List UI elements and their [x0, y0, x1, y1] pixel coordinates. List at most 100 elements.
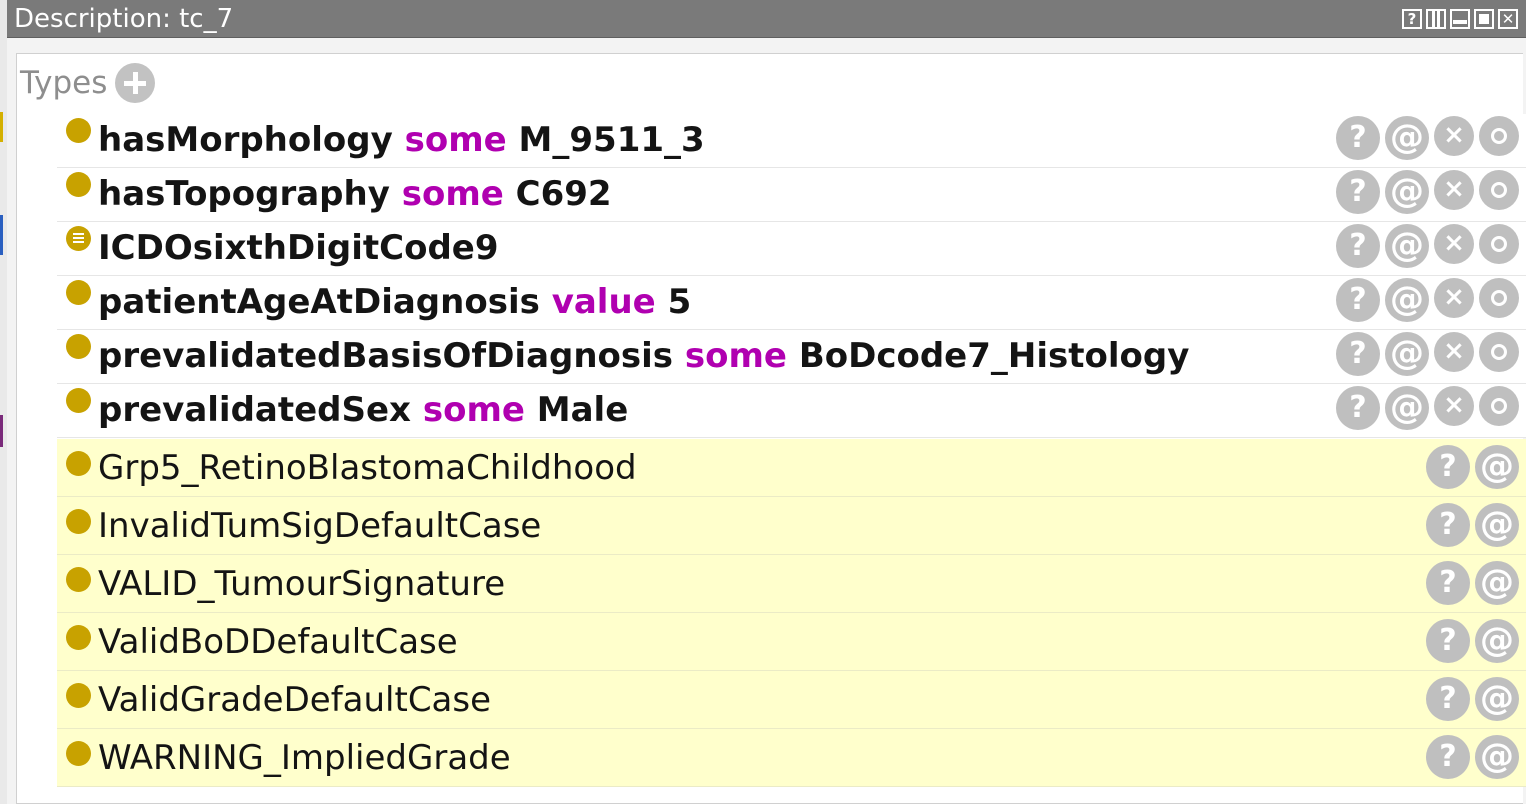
- asserted-type-row[interactable]: patientAgeAtDiagnosis value 5? @ ×: [57, 276, 1526, 330]
- class-expression: prevalidatedSex some Male: [98, 390, 628, 430]
- row-actions: ? @: [1426, 503, 1519, 547]
- property-name: patientAgeAtDiagnosis: [98, 282, 540, 322]
- row-actions: ? @ ×: [1336, 332, 1519, 376]
- inferred-class-name: Grp5_RetinoBlastomaChildhood: [98, 448, 637, 488]
- edit-icon[interactable]: [1479, 386, 1519, 426]
- inferred-type-row[interactable]: VALID_TumourSignature? @: [57, 555, 1526, 613]
- asserted-type-row[interactable]: hasMorphology some M_9511_3? @ ×: [57, 114, 1526, 168]
- property-name: hasTopography: [98, 174, 390, 214]
- filler-name: Male: [536, 390, 629, 430]
- delete-icon[interactable]: ×: [1434, 386, 1474, 426]
- class-expression: patientAgeAtDiagnosis value 5: [98, 282, 691, 322]
- plus-icon[interactable]: [115, 63, 156, 103]
- edit-icon[interactable]: [1479, 170, 1519, 210]
- explain-icon[interactable]: ?: [1426, 619, 1470, 663]
- filler-name: C692: [515, 174, 612, 214]
- help-icon[interactable]: ?: [1402, 9, 1422, 29]
- restriction-keyword: some: [404, 120, 507, 160]
- annotate-icon[interactable]: @: [1385, 116, 1429, 160]
- class-expression: prevalidatedBasisOfDiagnosis some BoDcod…: [98, 336, 1189, 376]
- filler-name: M_9511_3: [518, 120, 705, 160]
- annotate-icon[interactable]: @: [1385, 224, 1429, 268]
- class-bullet-icon: [66, 451, 91, 476]
- explain-icon[interactable]: ?: [1336, 332, 1380, 376]
- class-bullet-icon: [66, 388, 91, 413]
- explain-icon[interactable]: ?: [1336, 224, 1380, 268]
- class-expression: ICDOsixthDigitCode9: [98, 228, 499, 268]
- filler-name: 5: [667, 282, 692, 322]
- view-title: Description: tc_7: [14, 4, 234, 34]
- annotate-icon[interactable]: @: [1475, 677, 1519, 721]
- delete-icon[interactable]: ×: [1434, 170, 1474, 210]
- view-title-bar: Description: tc_7 ? ✕: [7, 0, 1526, 38]
- inferred-type-row[interactable]: ValidGradeDefaultCase? @: [57, 671, 1526, 729]
- delete-icon[interactable]: ×: [1434, 116, 1474, 156]
- row-actions: ? @: [1426, 735, 1519, 779]
- explain-icon[interactable]: ?: [1336, 278, 1380, 322]
- inferred-class-name: ValidGradeDefaultCase: [98, 680, 492, 720]
- inferred-class-name: ValidBoDDefaultCase: [98, 622, 458, 662]
- row-actions: ? @: [1426, 445, 1519, 489]
- restriction-keyword: some: [401, 174, 504, 214]
- types-title: Types: [20, 65, 108, 101]
- class-bullet-icon: [66, 683, 91, 708]
- explain-icon[interactable]: ?: [1426, 735, 1470, 779]
- class-bullet-icon: [66, 567, 91, 592]
- filler-name: BoDcode7_Histology: [798, 336, 1190, 376]
- explain-icon[interactable]: ?: [1336, 116, 1380, 160]
- delete-icon[interactable]: ×: [1434, 278, 1474, 318]
- inferred-type-row[interactable]: Grp5_RetinoBlastomaChildhood? @: [57, 439, 1526, 497]
- inferred-class-name: VALID_TumourSignature: [98, 564, 506, 604]
- asserted-type-row[interactable]: prevalidatedSex some Male? @ ×: [57, 384, 1526, 438]
- asserted-type-row[interactable]: prevalidatedBasisOfDiagnosis some BoDcod…: [57, 330, 1526, 384]
- property-name: prevalidatedSex: [98, 390, 411, 430]
- explain-icon[interactable]: ?: [1426, 561, 1470, 605]
- types-section-header: Types: [20, 62, 156, 104]
- row-actions: ? @ ×: [1336, 278, 1519, 322]
- annotate-icon[interactable]: @: [1475, 445, 1519, 489]
- inferred-type-row[interactable]: WARNING_ImpliedGrade? @: [57, 729, 1526, 787]
- split-icon[interactable]: [1426, 9, 1446, 29]
- annotate-icon[interactable]: @: [1475, 619, 1519, 663]
- row-actions: ? @ ×: [1336, 170, 1519, 214]
- class-expression: hasTopography some C692: [98, 174, 612, 214]
- inferred-type-row[interactable]: ValidBoDDefaultCase? @: [57, 613, 1526, 671]
- asserted-type-row[interactable]: ICDOsixthDigitCode9? @ ×: [57, 222, 1526, 276]
- class-bullet-icon: [66, 334, 91, 359]
- annotate-icon[interactable]: @: [1385, 170, 1429, 214]
- class-bullet-icon: [66, 509, 91, 534]
- edit-icon[interactable]: [1479, 332, 1519, 372]
- inferred-class-name: WARNING_ImpliedGrade: [98, 738, 511, 778]
- delete-icon[interactable]: ×: [1434, 332, 1474, 372]
- row-actions: ? @: [1426, 619, 1519, 663]
- row-actions: ? @ ×: [1336, 386, 1519, 430]
- edit-icon[interactable]: [1479, 278, 1519, 318]
- explain-icon[interactable]: ?: [1426, 677, 1470, 721]
- explain-icon[interactable]: ?: [1426, 445, 1470, 489]
- maximize-icon[interactable]: [1474, 9, 1494, 29]
- delete-icon[interactable]: ×: [1434, 224, 1474, 264]
- explain-icon[interactable]: ?: [1336, 386, 1380, 430]
- left-edge-strip: [0, 0, 7, 804]
- restriction-keyword: some: [422, 390, 525, 430]
- annotate-icon[interactable]: @: [1385, 332, 1429, 376]
- class-bullet-icon: [66, 625, 91, 650]
- close-icon[interactable]: ✕: [1498, 9, 1518, 29]
- explain-icon[interactable]: ?: [1336, 170, 1380, 214]
- explain-icon[interactable]: ?: [1426, 503, 1470, 547]
- class-bullet-icon: [66, 172, 91, 197]
- annotate-icon[interactable]: @: [1385, 278, 1429, 322]
- inferred-type-row[interactable]: InvalidTumSigDefaultCase? @: [57, 497, 1526, 555]
- annotate-icon[interactable]: @: [1385, 386, 1429, 430]
- row-actions: ? @: [1426, 561, 1519, 605]
- edit-icon[interactable]: [1479, 116, 1519, 156]
- edit-icon[interactable]: [1479, 224, 1519, 264]
- minimize-icon[interactable]: [1450, 9, 1470, 29]
- annotate-icon[interactable]: @: [1475, 561, 1519, 605]
- annotate-icon[interactable]: @: [1475, 503, 1519, 547]
- annotate-icon[interactable]: @: [1475, 735, 1519, 779]
- asserted-type-row[interactable]: hasTopography some C692? @ ×: [57, 168, 1526, 222]
- class-bullet-icon: [66, 741, 91, 766]
- restriction-keyword: some: [684, 336, 787, 376]
- property-name: ICDOsixthDigitCode9: [98, 228, 499, 268]
